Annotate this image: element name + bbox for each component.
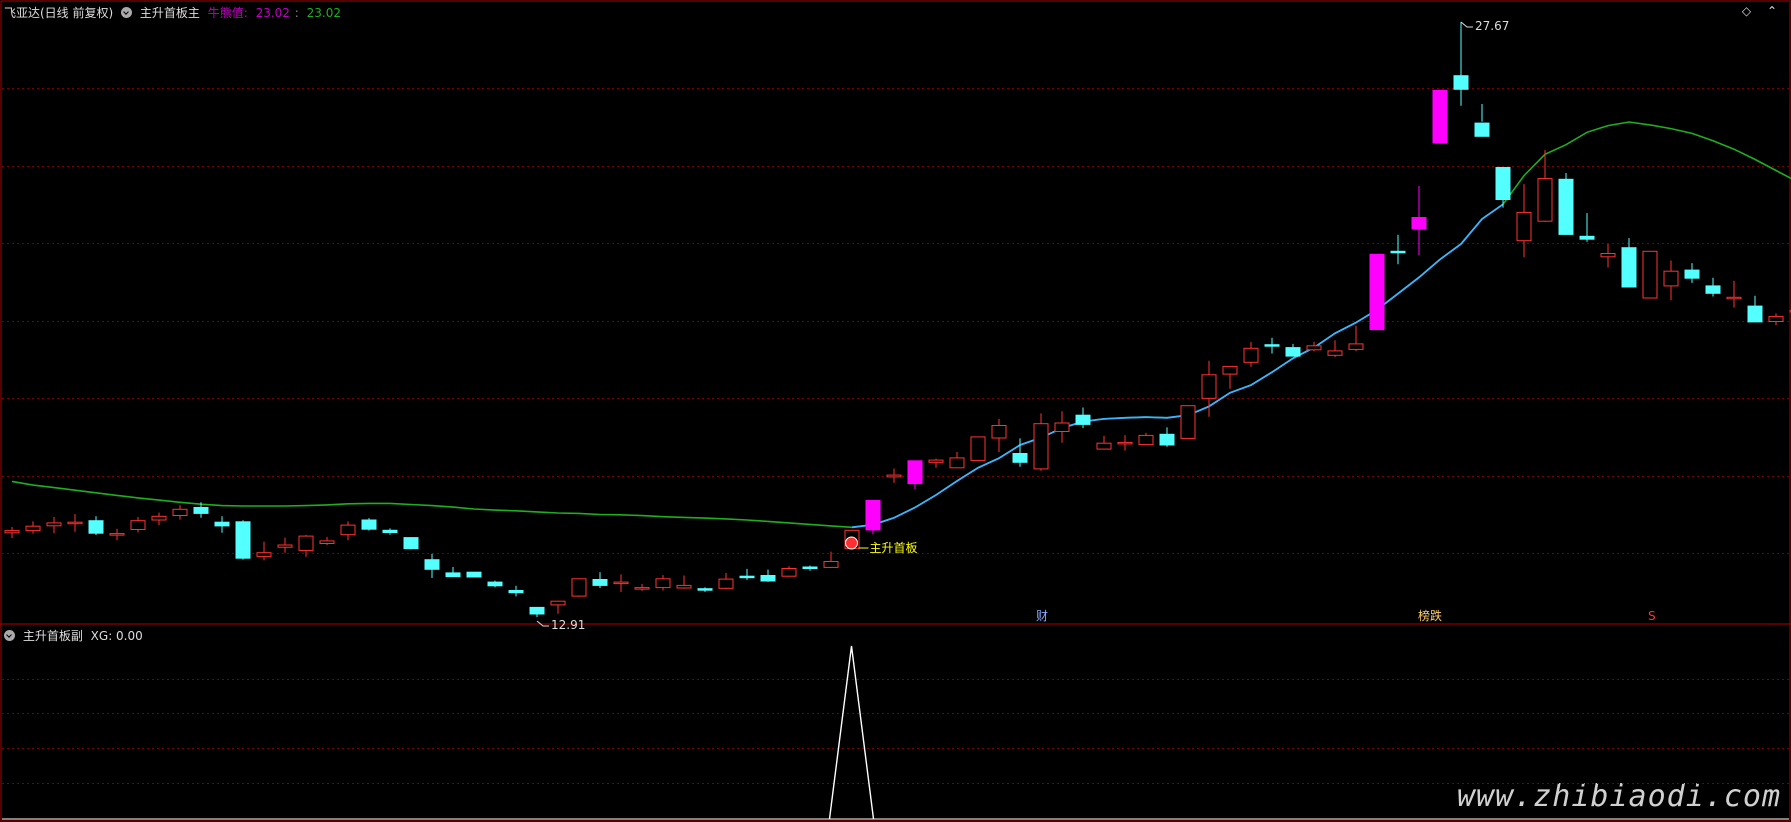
candle-body [67, 521, 83, 525]
candle-body [676, 584, 692, 589]
candle-body [1075, 414, 1091, 425]
event-marker: 财 [1036, 609, 1048, 623]
candle-body [172, 508, 188, 516]
candle-body [1201, 374, 1217, 399]
candle-body [718, 578, 734, 589]
chart-canvas[interactable]: 27.67 12.91 主升首板财 榜跌 S [0, 0, 1791, 822]
candle-body [1180, 405, 1196, 439]
candle-body [907, 460, 923, 485]
candle-body [1285, 347, 1301, 357]
candle-body [1432, 89, 1448, 144]
candle-body [949, 457, 965, 469]
candle-body [109, 533, 125, 536]
candle-body [1579, 235, 1595, 240]
max-price-pointer [1460, 21, 1473, 28]
candle-body [529, 606, 545, 615]
candle-body [1390, 250, 1406, 254]
candle-body [1306, 345, 1322, 351]
candle-body [886, 474, 902, 478]
candle-body [991, 425, 1007, 439]
candle-body [445, 572, 461, 578]
candle-body [193, 507, 209, 514]
candle-body [760, 575, 776, 582]
candle-body [1348, 343, 1364, 350]
signal-badge-icon [845, 536, 858, 550]
candle-body [1516, 211, 1532, 242]
candle-body [88, 520, 104, 534]
candle-body [1726, 296, 1742, 300]
candle-body [823, 561, 839, 568]
candle-body [1495, 167, 1511, 200]
candle-body [1138, 434, 1154, 446]
candle-body [592, 579, 608, 586]
candle-body [214, 521, 230, 527]
candle-body [1264, 344, 1280, 347]
chart-frame [0, 0, 1791, 822]
signal-label: 主升首板 [870, 541, 918, 555]
candle-body [697, 588, 713, 591]
candle-body [970, 436, 986, 461]
candle-body [466, 571, 482, 578]
candle-body [550, 600, 566, 606]
candle-body [1705, 285, 1721, 294]
candle-body [1327, 350, 1343, 356]
min-price-label: 12.91 [551, 618, 585, 632]
candle-body [1474, 122, 1490, 137]
candle-body [1600, 253, 1616, 258]
candle-body [1768, 315, 1784, 322]
candle-body [235, 521, 251, 559]
candle-body [865, 500, 881, 531]
candle-body [1222, 365, 1238, 375]
candle-body [1621, 247, 1637, 288]
candle-body [382, 529, 398, 533]
candle-body [4, 530, 20, 534]
event-marker: 榜跌 [1418, 608, 1442, 623]
candle-body [151, 515, 167, 521]
candle-body [1117, 441, 1133, 445]
candle-body [487, 581, 503, 587]
candle-body [130, 520, 146, 531]
xg-spike-line [828, 645, 875, 820]
candle-body [739, 575, 755, 579]
candle-body [1411, 217, 1427, 230]
candle-body [298, 535, 314, 551]
candle-body [655, 578, 671, 589]
candle-body [571, 578, 587, 597]
candle-body [508, 590, 524, 594]
candle-body [1537, 178, 1553, 222]
candle-body [1159, 433, 1175, 446]
candle-body [802, 566, 818, 569]
candle-body [25, 525, 41, 532]
candle-body [1033, 423, 1049, 470]
ma-long-line [11, 121, 1791, 529]
candle-body [1558, 178, 1574, 235]
candle-body [781, 568, 797, 577]
candle-body [340, 524, 356, 536]
candle-body [46, 522, 62, 527]
candle-body [1054, 422, 1070, 432]
candle-body [1453, 75, 1469, 90]
candle-body [424, 559, 440, 570]
candle-body [1096, 442, 1112, 450]
candle-body [1684, 269, 1700, 279]
candle-body [256, 552, 272, 557]
candle-body [277, 544, 293, 548]
candle-body [613, 581, 629, 585]
candle-body [1642, 250, 1658, 299]
candle-body [1747, 305, 1763, 323]
candle-body [403, 537, 419, 550]
candle-body [1369, 253, 1385, 331]
candle-body [634, 587, 650, 590]
candle-body [1663, 270, 1679, 287]
event-marker: S [1648, 609, 1656, 623]
candle-body [1012, 453, 1028, 463]
candle-body [319, 540, 335, 545]
candle-body [1243, 347, 1259, 363]
candle-body [361, 519, 377, 530]
max-price-label: 27.67 [1475, 19, 1509, 33]
candle-body [928, 459, 944, 463]
